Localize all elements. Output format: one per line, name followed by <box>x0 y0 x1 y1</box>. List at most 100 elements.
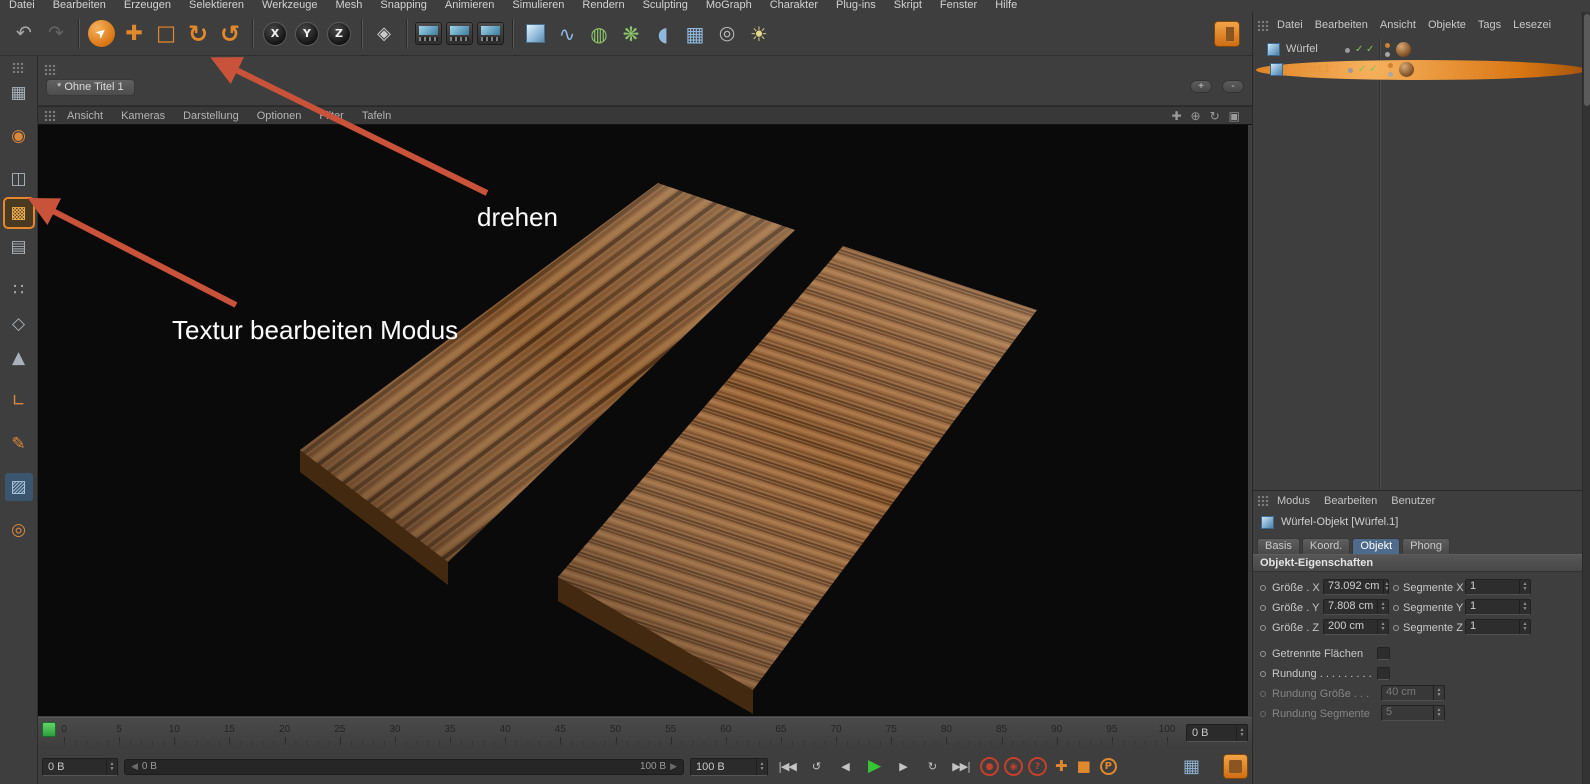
viewport-menu-optionen[interactable]: Optionen <box>257 110 302 122</box>
add-camera-button[interactable]: ◎ <box>711 17 743 51</box>
goto-previous-key-button[interactable]: ↺ <box>803 756 829 778</box>
lock-y-axis-button[interactable]: Y <box>295 21 319 46</box>
menu-bearbeiten[interactable]: Bearbeiten <box>44 0 115 12</box>
visibility-dot-icon[interactable] <box>1345 48 1350 53</box>
stepper-icon[interactable] <box>1383 580 1389 594</box>
checkbox[interactable] <box>1377 667 1390 680</box>
visibility-toggle-icon[interactable] <box>1388 63 1393 77</box>
stepper-icon[interactable] <box>756 758 767 775</box>
texture-tag-icon[interactable] <box>1396 42 1411 57</box>
om-menu-lesezei[interactable]: Lesezei <box>1513 19 1551 31</box>
redo-button[interactable]: ↷ <box>40 17 72 51</box>
anim-dot-icon[interactable] <box>1393 585 1399 591</box>
object-row-würfel[interactable]: Würfel ✓ ✓ <box>1253 40 1583 60</box>
texture-mode-tool[interactable]: ▨ <box>4 473 33 501</box>
texture-edit-mode-tool[interactable]: ▩ <box>2 197 35 229</box>
attribute-input[interactable]: 7.808 cm <box>1323 599 1389 615</box>
viewport[interactable] <box>38 125 1248 716</box>
range-end-value[interactable]: 100 B <box>691 761 756 773</box>
anim-dot-icon[interactable] <box>1260 605 1266 611</box>
stepper-icon[interactable] <box>106 758 117 775</box>
rotate-tool[interactable]: ↻ <box>182 17 214 51</box>
visibility-toggle-icon[interactable] <box>1385 43 1390 57</box>
stepper-icon[interactable] <box>1519 620 1530 634</box>
scale-tool[interactable]: □ <box>150 17 182 51</box>
texture-tag-icon[interactable] <box>1399 62 1414 77</box>
object-row-würfel-1[interactable]: Würfel.1 ✓ ✓ <box>1256 60 1586 80</box>
interface-layout-button[interactable] <box>1214 21 1240 47</box>
stepper-icon[interactable] <box>1519 600 1530 614</box>
anim-dot-icon[interactable] <box>1393 605 1399 611</box>
section-header[interactable]: Objekt-Eigenschaften <box>1253 554 1583 572</box>
menu-animieren[interactable]: Animieren <box>436 0 504 12</box>
attribute-input[interactable]: 1 <box>1465 579 1531 595</box>
goto-start-button[interactable]: |◀◀ <box>774 756 800 778</box>
enable-axis-tool[interactable]: ∟ <box>5 387 33 415</box>
om-menu-datei[interactable]: Datei <box>1277 19 1303 31</box>
document-tab[interactable]: * Ohne Titel 1 <box>46 79 135 96</box>
anim-dot-icon[interactable] <box>1260 585 1266 591</box>
lock-x-axis-button[interactable]: X <box>263 21 287 46</box>
goto-next-key-button[interactable]: ↻ <box>919 756 945 778</box>
attribute-tab-phong[interactable]: Phong <box>1402 538 1450 554</box>
attribute-tab-koord[interactable]: Koord. <box>1301 538 1351 554</box>
lock-z-axis-button[interactable]: Z <box>327 21 351 46</box>
attribute-tab-basis[interactable]: Basis <box>1257 538 1300 554</box>
record-scale-toggle[interactable]: ■ <box>1077 759 1091 774</box>
snap-settings-tool[interactable]: ◎ <box>5 516 33 544</box>
menu-skript[interactable]: Skript <box>885 0 931 12</box>
am-menu-benutzer[interactable]: Benutzer <box>1391 495 1435 507</box>
attribute-input[interactable]: 1 <box>1465 599 1531 615</box>
goto-end-button[interactable]: ▶▶| <box>948 756 974 778</box>
scrollbar[interactable] <box>1582 12 1590 784</box>
menu-werkzeuge[interactable]: Werkzeuge <box>253 0 326 12</box>
om-menu-tags[interactable]: Tags <box>1478 19 1501 31</box>
menu-rendern[interactable]: Rendern <box>573 0 633 12</box>
previous-frame-button[interactable]: ◀ <box>832 756 858 778</box>
points-mode-tool[interactable]: ∷ <box>5 276 33 304</box>
last-tool-used[interactable]: ↺ <box>214 17 246 51</box>
record-keyframe-button[interactable]: ● <box>980 757 999 776</box>
enabled-check-icon[interactable]: ✓ <box>1366 44 1374 55</box>
am-menu-modus[interactable]: Modus <box>1277 495 1310 507</box>
play-button[interactable]: ▶ <box>861 756 887 778</box>
add-light-button[interactable]: ☀ <box>743 17 775 51</box>
workplane-mode-tool[interactable]: ▤ <box>5 233 33 261</box>
record-rotation-toggle[interactable]: P <box>1099 758 1117 775</box>
menu-selektieren[interactable]: Selektieren <box>180 0 253 12</box>
drag-handle-icon[interactable] <box>12 62 25 73</box>
render-view-button[interactable] <box>415 22 442 45</box>
drag-handle-icon[interactable] <box>44 110 57 121</box>
add-subdivision-surface-button[interactable]: ◍ <box>583 17 615 51</box>
stepper-icon[interactable] <box>1377 600 1388 614</box>
move-tool[interactable]: ✚ <box>118 17 150 51</box>
rotate-camera-button[interactable]: ↻ <box>1210 107 1220 125</box>
anim-dot-icon[interactable] <box>1260 671 1266 677</box>
menu-sculpting[interactable]: Sculpting <box>634 0 697 12</box>
menu-erzeugen[interactable]: Erzeugen <box>115 0 180 12</box>
om-menu-objekte[interactable]: Objekte <box>1428 19 1466 31</box>
attribute-input[interactable]: 200 cm <box>1323 619 1389 635</box>
object-mode-tool[interactable]: ◫ <box>5 165 33 193</box>
remove-view-button[interactable]: - <box>1222 80 1244 93</box>
drag-handle-icon[interactable] <box>1257 495 1270 506</box>
timeline-scrubber[interactable]: ◀ 0 B 100 B ▶ <box>124 758 684 775</box>
set-key-options-button[interactable]: ? <box>1028 757 1047 776</box>
viewport-menu-filter[interactable]: Filter <box>319 110 343 122</box>
add-cube-object-button[interactable] <box>519 17 551 51</box>
menu-simulieren[interactable]: Simulieren <box>503 0 573 12</box>
viewport-3d-scene[interactable] <box>38 125 1248 716</box>
om-menu-ansicht[interactable]: Ansicht <box>1380 19 1416 31</box>
add-mograph-button[interactable]: ❋ <box>615 17 647 51</box>
drag-handle-icon[interactable] <box>1257 19 1270 31</box>
model-mode-tool[interactable]: ◉ <box>5 122 33 150</box>
stepper-icon[interactable] <box>1519 580 1530 594</box>
render-picture-viewer-button[interactable] <box>446 22 473 45</box>
enabled-check-icon[interactable]: ✓ <box>1369 64 1377 75</box>
attribute-input[interactable]: 1 <box>1465 619 1531 635</box>
toggle-view-button[interactable]: ▣ <box>1229 107 1240 125</box>
stepper-icon[interactable] <box>1236 725 1247 741</box>
viewport-menu-ansicht[interactable]: Ansicht <box>67 110 103 122</box>
pan-camera-button[interactable]: ✚ <box>1171 107 1181 125</box>
record-position-toggle[interactable]: ✚ <box>1055 759 1068 774</box>
